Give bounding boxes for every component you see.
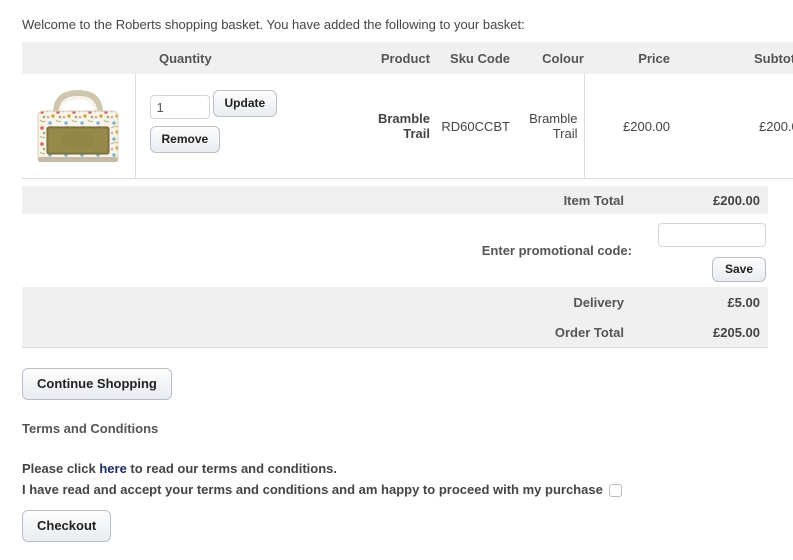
terms-here-link[interactable]: here — [99, 461, 126, 476]
header-colour: Colour — [510, 42, 584, 74]
product-subtotal: £200.00 — [684, 74, 793, 179]
header-price: Price — [584, 42, 684, 74]
promo-code-input[interactable] — [658, 223, 766, 247]
terms-link-line: Please click here to read our terms and … — [22, 461, 337, 476]
terms-text-after: to read our terms and conditions. — [126, 461, 338, 476]
delivery-label: Delivery — [573, 294, 624, 310]
promotional-code-row: Enter promotional code: Save — [22, 214, 768, 286]
table-row: Update Remove Bramble Trail RD60CCBT Bra… — [22, 74, 793, 179]
product-image-cell — [22, 74, 136, 179]
accept-terms-line: I have read and accept your terms and co… — [22, 482, 622, 498]
quantity-input[interactable] — [149, 95, 210, 119]
header-quantity: Quantity — [135, 42, 344, 74]
save-button[interactable]: Save — [711, 257, 766, 283]
promo-code-label: Enter promotional code: — [481, 242, 632, 258]
order-total-value: £205.00 — [713, 324, 760, 340]
intro-text: Welcome to the Roberts shopping basket. … — [22, 17, 525, 32]
product-name: Bramble Trail — [344, 74, 430, 179]
header-sku-code: Sku Code — [430, 42, 510, 74]
terms-text-before: Please click — [22, 461, 100, 476]
delivery-tr: Delivery £5.00 — [22, 287, 768, 317]
checkout-button[interactable]: Checkout — [22, 510, 112, 543]
item-total-tr: Item Total £200.00 — [22, 186, 768, 214]
order-total-row: Order Total £205.00 — [22, 317, 768, 348]
product-thumbnail-image — [37, 89, 119, 162]
promo-tr: Enter promotional code: Save — [22, 214, 768, 286]
product-price: £200.00 — [584, 74, 684, 179]
header-subtotal: Subtotal — [684, 42, 793, 74]
accept-terms-checkbox[interactable] — [608, 484, 622, 498]
update-button[interactable]: Update — [212, 90, 278, 118]
basket-table-body: Update Remove Bramble Trail RD60CCBT Bra… — [22, 74, 793, 179]
delivery-row: Delivery £5.00 — [22, 287, 768, 317]
continue-shopping-button[interactable]: Continue Shopping — [22, 368, 172, 401]
quantity-cell: Update Remove — [135, 74, 344, 179]
basket-table: Quantity Product Sku Code Colour Price S… — [22, 42, 793, 179]
accept-terms-label: I have read and accept your terms and co… — [22, 482, 603, 497]
order-total-label: Order Total — [554, 324, 624, 340]
header-image — [22, 42, 135, 74]
shopping-basket-page: Welcome to the Roberts shopping basket. … — [0, 0, 793, 560]
item-total-row: Item Total £200.00 — [22, 186, 768, 214]
terms-and-conditions-heading: Terms and Conditions — [22, 421, 159, 436]
header-row: Quantity Product Sku Code Colour Price S… — [22, 42, 793, 74]
basket-table-header: Quantity Product Sku Code Colour Price S… — [22, 42, 793, 74]
quantity-controls: Update Remove — [149, 87, 345, 165]
delivery-value: £5.00 — [727, 294, 760, 310]
header-product: Product — [344, 42, 430, 74]
item-total-label: Item Total — [563, 192, 624, 208]
product-sku-code: RD60CCBT — [430, 74, 510, 179]
product-colour: Bramble Trail — [510, 74, 585, 179]
item-total-value: £200.00 — [713, 192, 760, 208]
promo-code-cell: Save — [646, 214, 768, 286]
remove-button[interactable]: Remove — [149, 126, 221, 154]
order-total-tr: Order Total £205.00 — [22, 317, 768, 348]
